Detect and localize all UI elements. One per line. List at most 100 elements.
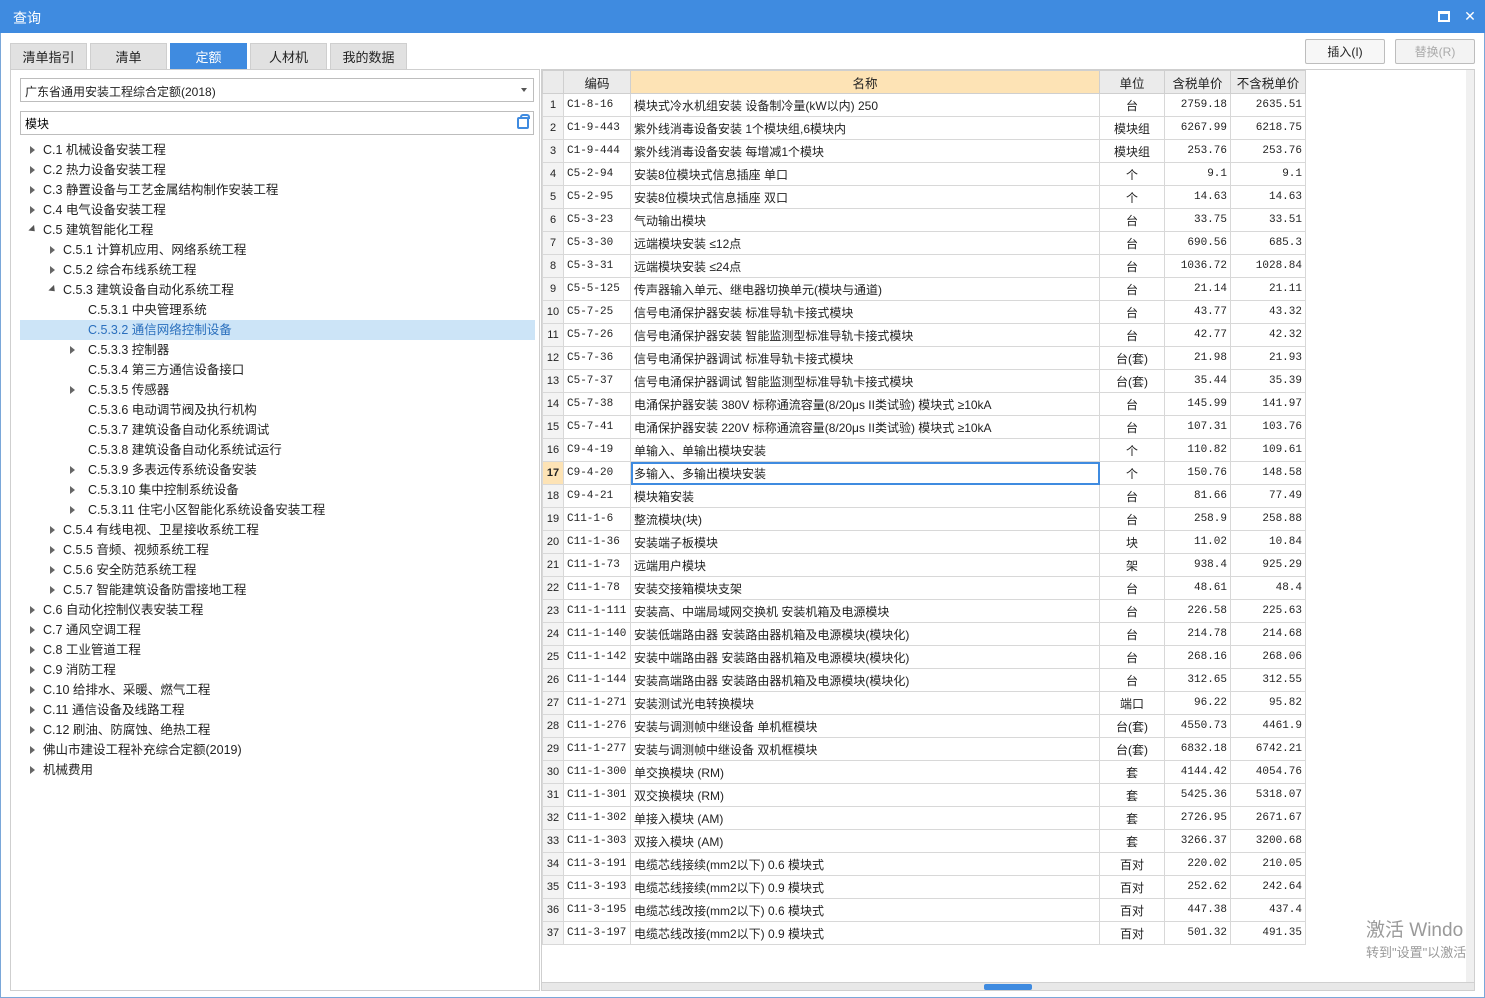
- cell-unit[interactable]: 个: [1099, 461, 1165, 485]
- cell-tax-price[interactable]: 33.75: [1164, 208, 1231, 232]
- cell-name[interactable]: 安装8位模块式信息插座 双口: [630, 185, 1100, 209]
- cell-name[interactable]: 气动输出模块: [630, 208, 1100, 232]
- row-number[interactable]: 27: [542, 691, 564, 715]
- row-number[interactable]: 22: [542, 576, 564, 600]
- table-row[interactable]: 10 C5-7-25 信号电涌保护器安装 标准导轨卡接式模块台 43.77 43.32: [542, 300, 1306, 324]
- cell-name[interactable]: 紫外线消毒设备安装 1个模块组,6模块内: [630, 116, 1100, 140]
- tree-item[interactable]: C.5.3.2 通信网络控制设备: [20, 320, 535, 340]
- tab-4[interactable]: 我的数据: [330, 43, 407, 69]
- cell-code[interactable]: C11-1-276: [563, 714, 631, 738]
- row-number[interactable]: 24: [542, 622, 564, 646]
- expand-arrow-icon[interactable]: [28, 200, 38, 220]
- cell-unit[interactable]: 台(套): [1099, 346, 1165, 370]
- cell-unit[interactable]: 台: [1099, 668, 1165, 692]
- cell-notax-price[interactable]: 312.55: [1230, 668, 1306, 692]
- cell-code[interactable]: C1-9-444: [563, 139, 631, 163]
- tree-item[interactable]: C.5.3.7 建筑设备自动化系统调试: [20, 420, 535, 440]
- tab-1[interactable]: 清单: [90, 43, 167, 69]
- cell-unit[interactable]: 台: [1099, 277, 1165, 301]
- table-row[interactable]: 20 C11-1-36 安装端子板模块块 11.02 10.84: [542, 530, 1306, 554]
- cell-code[interactable]: C5-7-26: [563, 323, 631, 347]
- row-number[interactable]: 31: [542, 783, 564, 807]
- header-notax-price[interactable]: 不含税单价: [1230, 70, 1306, 94]
- row-number[interactable]: 36: [542, 898, 564, 922]
- cell-code[interactable]: C11-3-195: [563, 898, 631, 922]
- row-number[interactable]: 18: [542, 484, 564, 508]
- expand-arrow-icon[interactable]: [28, 660, 38, 680]
- cell-code[interactable]: C11-3-197: [563, 921, 631, 945]
- cell-code[interactable]: C5-7-25: [563, 300, 631, 324]
- table-row[interactable]: 26 C11-1-144 安装高端路由器 安装路由器机箱及电源模块(模块化) 台 312…: [542, 668, 1306, 692]
- row-number[interactable]: 8: [542, 254, 564, 278]
- row-number[interactable]: 15: [542, 415, 564, 439]
- library-select[interactable]: 广东省通用安装工程综合定额(2018): [20, 78, 534, 102]
- row-number[interactable]: 37: [542, 921, 564, 945]
- cell-tax-price[interactable]: 938.4: [1164, 553, 1231, 577]
- cell-unit[interactable]: 台(套): [1099, 737, 1165, 761]
- cell-unit[interactable]: 套: [1099, 829, 1165, 853]
- expand-arrow-icon[interactable]: [28, 180, 38, 200]
- table-row[interactable]: 19 C11-1-6 整流模块(块) 台 258.9 258.88: [542, 507, 1306, 531]
- cell-notax-price[interactable]: 141.97: [1230, 392, 1306, 416]
- cell-tax-price[interactable]: 214.78: [1164, 622, 1231, 646]
- replace-button[interactable]: 替换(R): [1395, 39, 1475, 64]
- header-tax-price[interactable]: 含税单价: [1164, 70, 1231, 94]
- cell-notax-price[interactable]: 214.68: [1230, 622, 1306, 646]
- table-row[interactable]: 23 C11-1-111 安装高、中端局域网交换机 安装机箱及电源模块台 226.58…: [542, 599, 1306, 623]
- cell-unit[interactable]: 台: [1099, 208, 1165, 232]
- search-lock-icon[interactable]: [517, 114, 530, 129]
- cell-name[interactable]: 多输入、多输出模块安装: [630, 461, 1100, 485]
- table-row[interactable]: 12 C5-7-36 信号电涌保护器调试 标准导轨卡接式模块 台(套) 21.98 21.…: [542, 346, 1306, 370]
- cell-notax-price[interactable]: 3200.68: [1230, 829, 1306, 853]
- row-number[interactable]: 23: [542, 599, 564, 623]
- cell-code[interactable]: C11-3-191: [563, 852, 631, 876]
- table-row[interactable]: 27 C11-1-271 安装测试光电转换模块 端口 96.22 95.82: [542, 691, 1306, 715]
- tree-item[interactable]: C.9 消防工程: [20, 660, 535, 680]
- cell-tax-price[interactable]: 110.82: [1164, 438, 1231, 462]
- tree-item[interactable]: C.5.6 安全防范系统工程: [20, 560, 535, 580]
- table-row[interactable]: 21 C11-1-73 远端用户模块架 938.4 925.29: [542, 553, 1306, 577]
- header-name[interactable]: 名称: [630, 70, 1100, 94]
- scrollbar-thumb[interactable]: [984, 984, 1032, 990]
- collapse-arrow-icon[interactable]: [48, 280, 58, 300]
- cell-unit[interactable]: 百对: [1099, 921, 1165, 945]
- cell-notax-price[interactable]: 109.61: [1230, 438, 1306, 462]
- cell-name[interactable]: 安装高端路由器 安装路由器机箱及电源模块(模块化): [630, 668, 1100, 692]
- row-number[interactable]: 10: [542, 300, 564, 324]
- cell-name[interactable]: 安装交接箱模块支架: [630, 576, 1100, 600]
- row-number[interactable]: 2: [542, 116, 564, 140]
- cell-name[interactable]: 信号电涌保护器安装 智能监测型标准导轨卡接式模块: [630, 323, 1100, 347]
- row-number[interactable]: 14: [542, 392, 564, 416]
- cell-notax-price[interactable]: 14.63: [1230, 185, 1306, 209]
- cell-tax-price[interactable]: 43.77: [1164, 300, 1231, 324]
- table-row[interactable]: 6 C5-3-23 气动输出模块台 33.75 33.51: [542, 208, 1306, 232]
- row-number[interactable]: 17: [542, 461, 564, 485]
- cell-unit[interactable]: 个: [1099, 162, 1165, 186]
- cell-code[interactable]: C11-1-144: [563, 668, 631, 692]
- cell-unit[interactable]: 百对: [1099, 852, 1165, 876]
- table-row[interactable]: 5 C5-2-95 安装8位模块式信息插座 双口个 14.63 14.63: [542, 185, 1306, 209]
- cell-tax-price[interactable]: 21.14: [1164, 277, 1231, 301]
- expand-arrow-icon[interactable]: [48, 580, 58, 600]
- tab-3[interactable]: 人材机: [250, 43, 327, 69]
- tree-item[interactable]: C.5.3.5 传感器: [20, 380, 535, 400]
- cell-code[interactable]: C5-2-95: [563, 185, 631, 209]
- tree-item[interactable]: C.5 建筑智能化工程: [20, 220, 535, 240]
- tree-item[interactable]: C.5.3.11 住宅小区智能化系统设备安装工程: [20, 500, 535, 520]
- cell-tax-price[interactable]: 690.56: [1164, 231, 1231, 255]
- cell-name[interactable]: 安装与调测帧中继设备 双机框模块: [630, 737, 1100, 761]
- table-row[interactable]: 2 C1-9-443 紫外线消毒设备安装 1个模块组,6模块内 模块组 6267.99 6…: [542, 116, 1306, 140]
- cell-notax-price[interactable]: 253.76: [1230, 139, 1306, 163]
- vertical-scrollbar[interactable]: [1466, 70, 1474, 982]
- cell-notax-price[interactable]: 2635.51: [1230, 93, 1306, 117]
- cell-notax-price[interactable]: 10.84: [1230, 530, 1306, 554]
- cell-notax-price[interactable]: 925.29: [1230, 553, 1306, 577]
- tree-item[interactable]: C.5.3.6 电动调节阀及执行机构: [20, 400, 535, 420]
- tree-item[interactable]: C.5.7 智能建筑设备防雷接地工程: [20, 580, 535, 600]
- cell-notax-price[interactable]: 103.76: [1230, 415, 1306, 439]
- table-row[interactable]: 13 C5-7-37 信号电涌保护器调试 智能监测型标准导轨卡接式模块 台(套) 35.…: [542, 369, 1306, 393]
- row-number[interactable]: 28: [542, 714, 564, 738]
- row-number[interactable]: 16: [542, 438, 564, 462]
- cell-unit[interactable]: 台: [1099, 645, 1165, 669]
- cell-notax-price[interactable]: 258.88: [1230, 507, 1306, 531]
